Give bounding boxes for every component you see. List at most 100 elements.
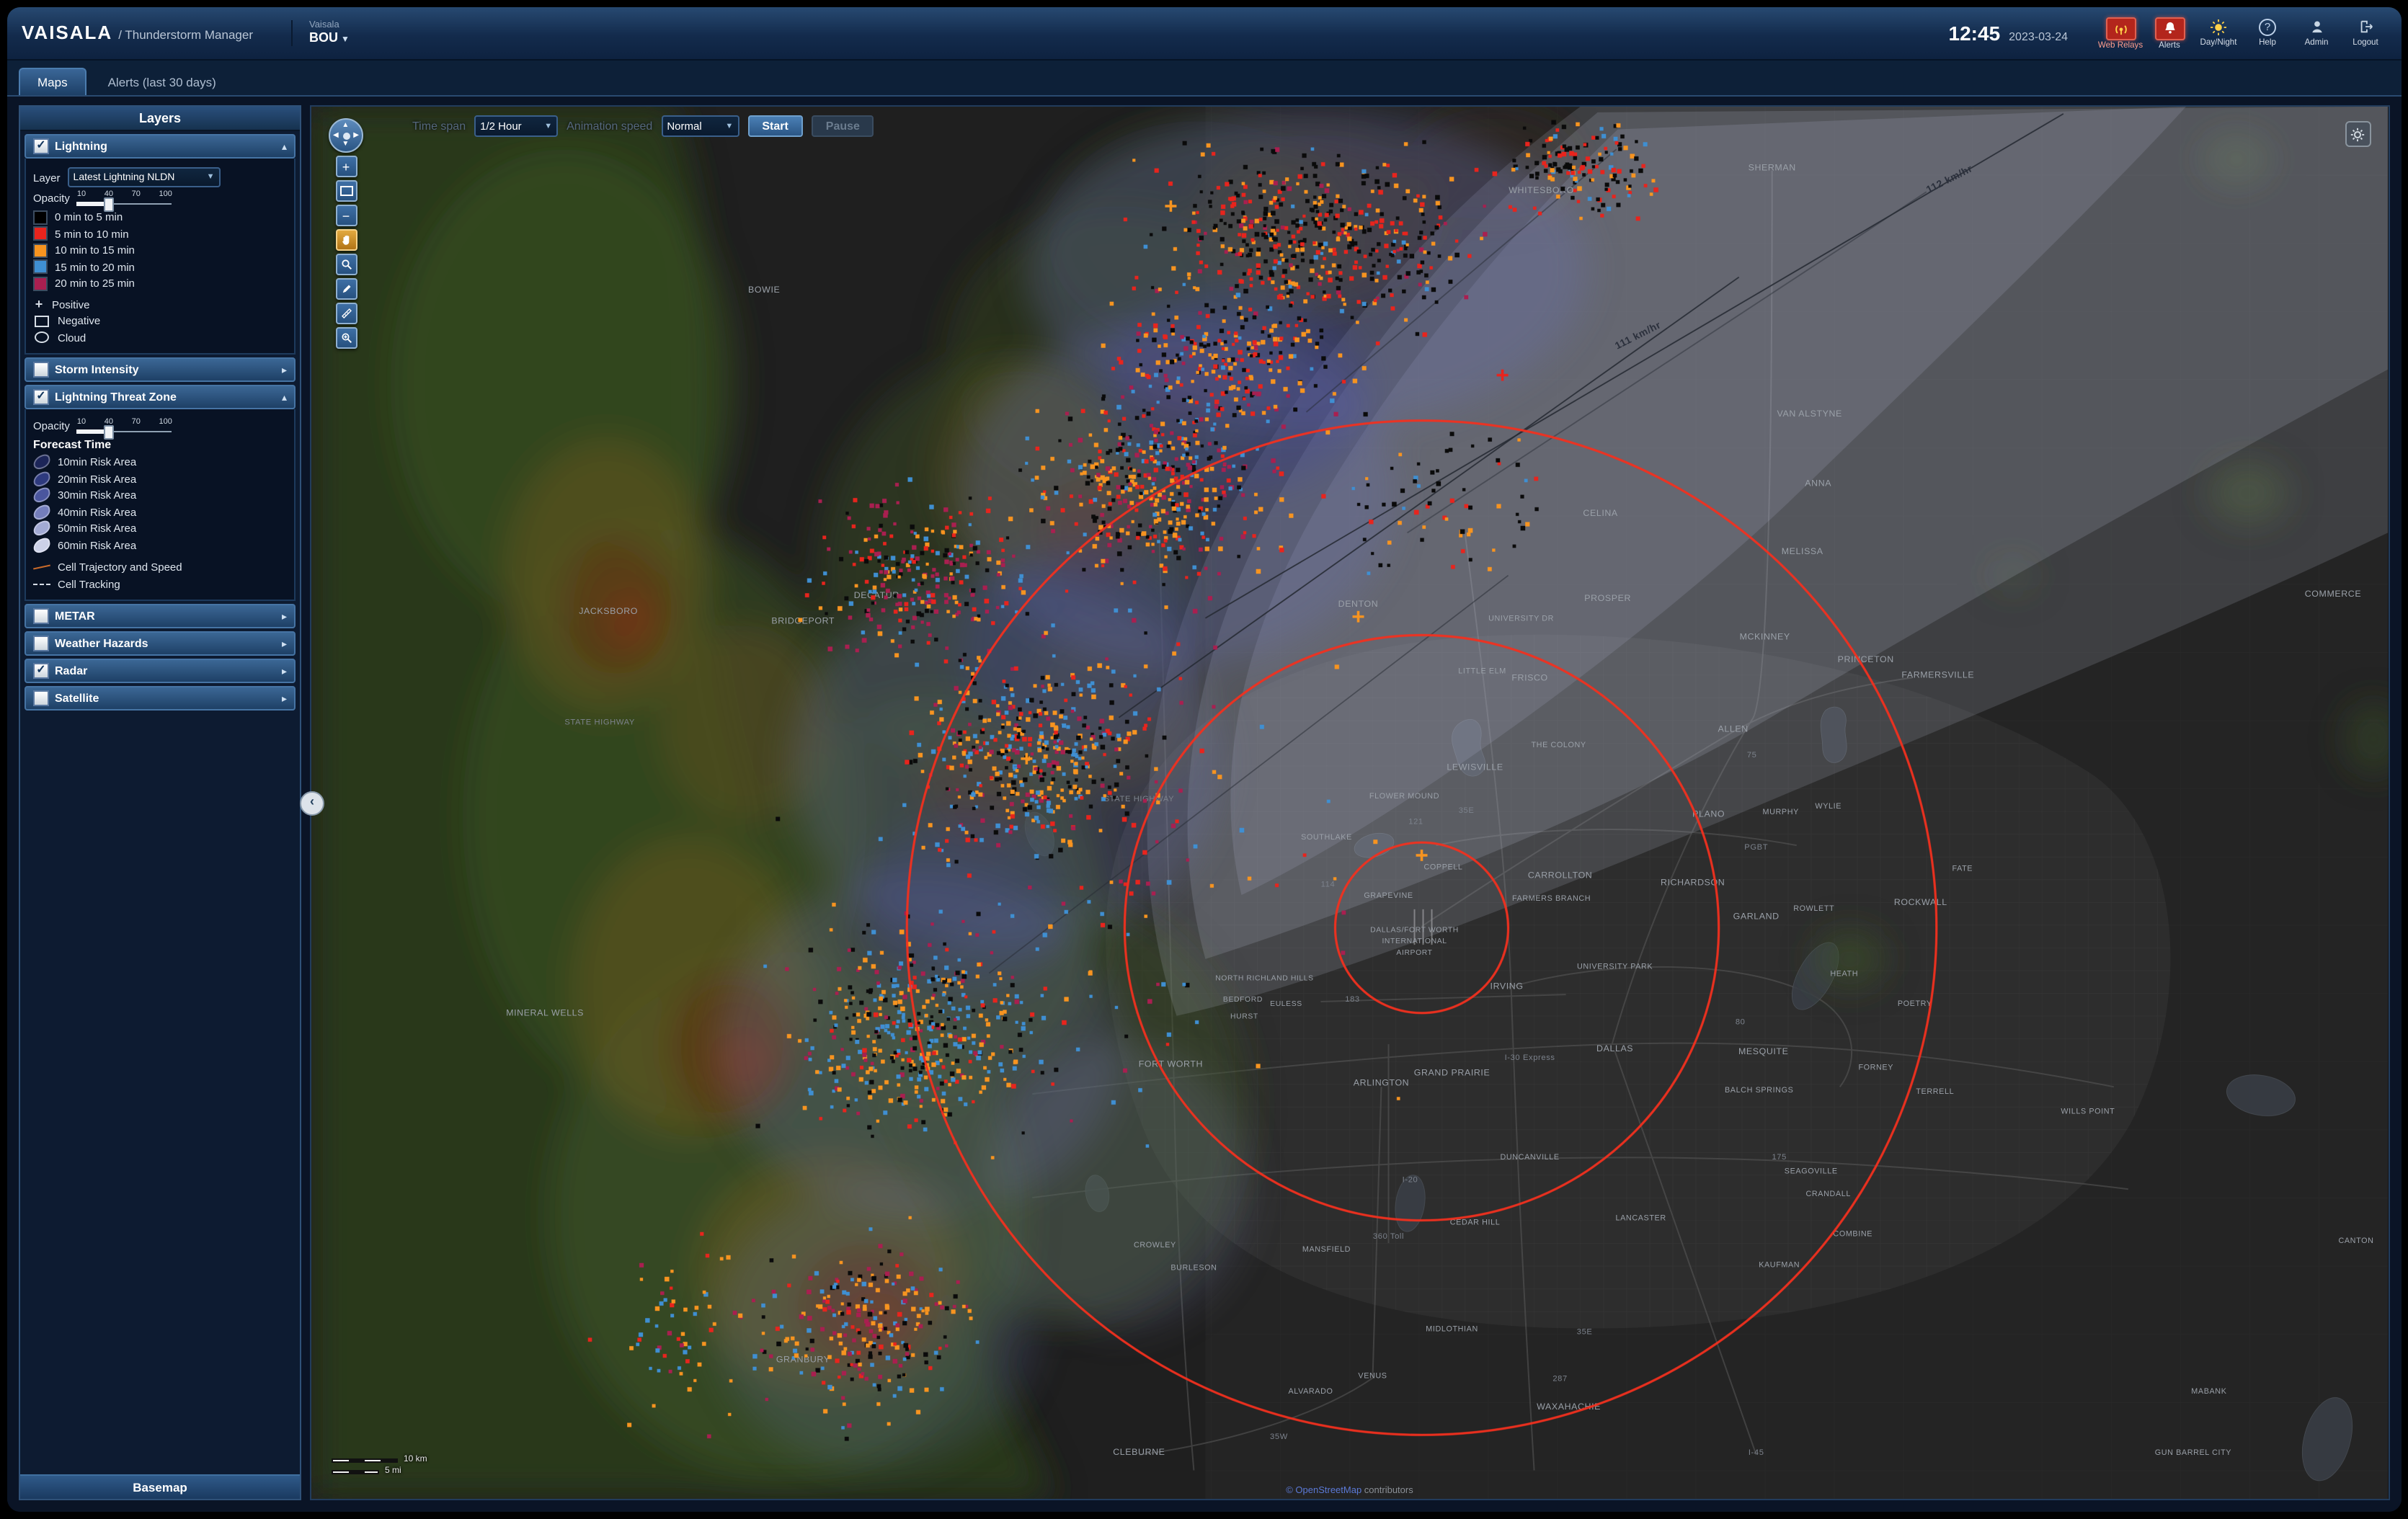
pan-down-icon: ▼ (342, 141, 349, 148)
alert-bell-icon (2154, 17, 2185, 40)
sidebar-spacer (20, 710, 300, 1474)
admin-button[interactable]: Admin (2296, 17, 2337, 47)
threat-zone-opacity-slider[interactable]: 104070100 (77, 418, 172, 434)
satellite-checkbox[interactable] (33, 690, 49, 706)
pan-right-icon: ▶ (353, 132, 359, 139)
lightning-layer-select[interactable]: Latest Lightning NLDN▼ (68, 167, 221, 187)
threat-zone-checkbox[interactable]: ✓ (33, 389, 49, 405)
metar-checkbox[interactable] (33, 608, 49, 624)
svg-text:BEDFORD: BEDFORD (1223, 996, 1263, 1004)
svg-text:DUNCANVILLE: DUNCANVILLE (1500, 1153, 1559, 1162)
metar-section-header[interactable]: METAR ▸ (25, 604, 296, 628)
scale-bar-km (332, 1458, 398, 1462)
lightning-opacity-slider[interactable]: 104070100 (77, 190, 172, 206)
day-night-button[interactable]: Day/Night (2198, 17, 2239, 47)
attribution-link[interactable]: © OpenStreetMap (1286, 1486, 1361, 1496)
svg-text:BURLESON: BURLESON (1170, 1264, 1217, 1273)
lightning-type-legend: +Positive Negative Cloud (33, 296, 287, 346)
expand-icon: ▸ (282, 665, 287, 677)
svg-text:SEAGOVILLE: SEAGOVILLE (1785, 1167, 1838, 1176)
legend-swatch (33, 210, 48, 225)
animation-speed-select[interactable]: Normal▼ (661, 115, 739, 137)
map-container: WHITESBOROSHERMANVAN ALSTYNEANNACELINAME… (310, 105, 2389, 1500)
svg-text:DALLAS/FORT WORTH: DALLAS/FORT WORTH (1370, 926, 1459, 934)
satellite-section-header[interactable]: Satellite ▸ (25, 686, 296, 710)
svg-text:DENTON: DENTON (1338, 599, 1379, 609)
threat-zone-section-header[interactable]: ✓ Lightning Threat Zone ▴ (25, 385, 296, 409)
pan-center-dot (342, 132, 350, 139)
svg-text:JACKSBORO: JACKSBORO (579, 606, 638, 616)
zoom-region-button[interactable] (335, 327, 357, 349)
logout-icon (2352, 17, 2379, 37)
chevron-down-icon: ▼ (544, 122, 552, 130)
svg-text:ROWLETT: ROWLETT (1793, 904, 1834, 913)
radar-section-header[interactable]: ✓ Radar ▸ (25, 659, 296, 683)
layers-panel: Layers ✓ Lightning ▴ Layer Latest Lightn… (19, 105, 301, 1500)
draw-tool-button[interactable] (335, 278, 357, 300)
brand-block: VAISALA/ Thunderstorm Manager (22, 20, 253, 46)
svg-text:MESQUITE: MESQUITE (1738, 1046, 1789, 1056)
svg-text:FARMERS BRANCH: FARMERS BRANCH (1512, 894, 1591, 903)
svg-text:BRIDGEPORT: BRIDGEPORT (771, 616, 835, 626)
web-relays-button[interactable]: Web Relays (2100, 17, 2141, 50)
full-extent-button[interactable] (335, 180, 357, 202)
storm-intensity-checkbox[interactable] (33, 362, 49, 378)
start-button[interactable]: Start (747, 115, 802, 137)
pan-tool-button[interactable] (335, 229, 357, 251)
scale-bar: 10 km 5 mi (332, 1453, 427, 1476)
svg-text:VENUS: VENUS (1358, 1371, 1387, 1380)
lightning-checkbox[interactable]: ✓ (33, 138, 49, 154)
layer-label: Layer (33, 171, 61, 184)
svg-text:I-30 Express: I-30 Express (1505, 1054, 1555, 1062)
svg-text:35E: 35E (1459, 806, 1475, 815)
sidebar-collapse-handle[interactable]: ‹ (300, 791, 324, 816)
pan-left-icon: ◀ (333, 132, 339, 139)
svg-text:WILLS POINT: WILLS POINT (2061, 1108, 2115, 1116)
lightning-age-legend: 0 min to 5 min 5 min to 10 min 10 min to… (33, 209, 287, 292)
alerts-button[interactable]: Alerts (2149, 17, 2190, 50)
weather-hazards-checkbox[interactable] (33, 636, 49, 651)
pan-control[interactable]: ▲ ▼ ◀ ▶ (329, 118, 363, 153)
ruler-icon (339, 307, 352, 320)
app-window: VAISALA/ Thunderstorm Manager Vaisala BO… (0, 0, 2408, 1519)
svg-text:ANNA: ANNA (1805, 478, 1831, 488)
tab-maps[interactable]: Maps (19, 68, 86, 95)
svg-text:PRINCETON: PRINCETON (1838, 654, 1894, 664)
time-span-select[interactable]: 1/2 Hour▼ (474, 115, 558, 137)
zoom-in-button[interactable]: + (335, 156, 357, 177)
site-code: BOU (309, 30, 338, 44)
lightning-section-header[interactable]: ✓ Lightning ▴ (25, 134, 296, 159)
svg-text:LEWISVILLE: LEWISVILLE (1447, 762, 1503, 772)
logout-button[interactable]: Logout (2345, 17, 2386, 47)
svg-text:CANTON: CANTON (2338, 1237, 2373, 1245)
slider-handle[interactable] (104, 425, 114, 440)
gear-icon (2350, 126, 2365, 142)
svg-text:COPPELL: COPPELL (1424, 863, 1463, 872)
map-canvas[interactable]: WHITESBOROSHERMANVAN ALSTYNEANNACELINAME… (311, 107, 2388, 1499)
svg-text:ARLINGTON: ARLINGTON (1354, 1077, 1409, 1087)
vaisala-logo: VAISALA (22, 22, 112, 43)
svg-text:GRANBURY: GRANBURY (776, 1355, 830, 1365)
svg-text:CLEBURNE: CLEBURNE (1113, 1447, 1165, 1457)
basemap-button[interactable]: Basemap (20, 1474, 300, 1499)
slider-handle[interactable] (104, 197, 114, 212)
zoom-box-button[interactable] (335, 254, 357, 275)
svg-text:HURST: HURST (1230, 1013, 1258, 1021)
legend-swatch (33, 260, 48, 275)
tab-alerts[interactable]: Alerts (last 30 days) (91, 69, 234, 95)
svg-text:THE COLONY: THE COLONY (1532, 741, 1586, 749)
radar-checkbox[interactable]: ✓ (33, 663, 49, 679)
site-selector[interactable]: Vaisala BOU▼ (290, 21, 350, 45)
storm-intensity-section-header[interactable]: Storm Intensity ▸ (25, 357, 296, 382)
weather-hazards-section-header[interactable]: Weather Hazards ▸ (25, 631, 296, 656)
svg-text:ROCKWALL: ROCKWALL (1894, 897, 1947, 907)
help-button[interactable]: ? Help (2247, 17, 2288, 47)
tracking-dashed-icon (33, 584, 50, 585)
pause-button[interactable]: Pause (812, 115, 874, 137)
measure-tool-button[interactable] (335, 303, 357, 324)
header-actions: Web Relays Alerts Day/Night ? Help (2100, 17, 2386, 50)
zoom-out-button[interactable]: − (335, 205, 357, 226)
svg-text:CARROLLTON: CARROLLTON (1528, 870, 1593, 881)
map-settings-button[interactable] (2345, 121, 2371, 147)
svg-text:TERRELL: TERRELL (1916, 1087, 1954, 1096)
